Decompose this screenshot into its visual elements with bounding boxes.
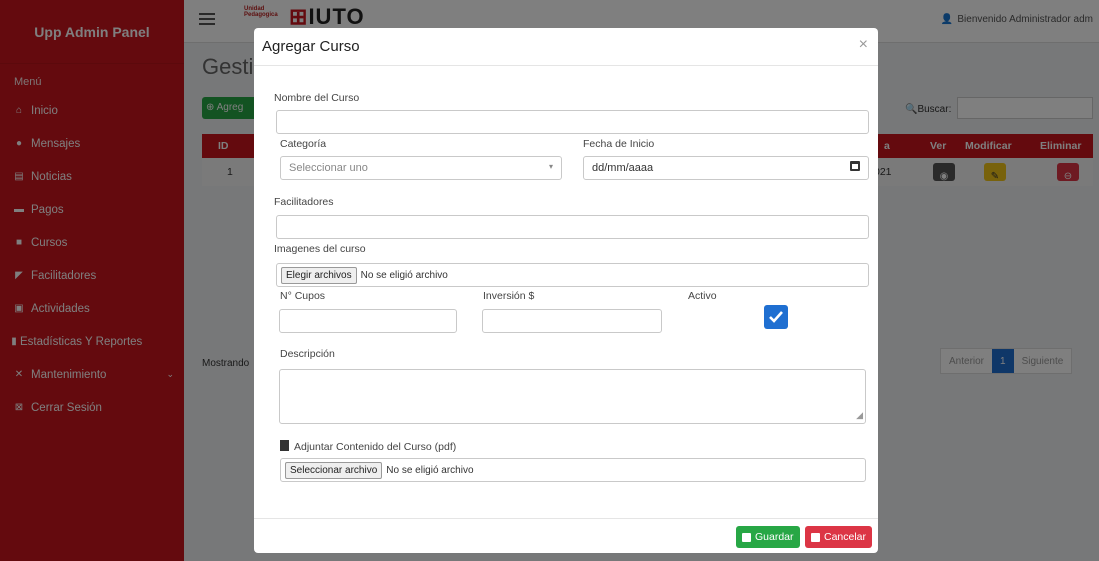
activo-label: Activo	[688, 290, 717, 302]
pdf-choose-button[interactable]: Seleccionar archivo	[285, 461, 383, 479]
descripcion-textarea[interactable]: ◢	[279, 369, 866, 424]
pdf-file-input[interactable]: Seleccionar archivo No se eligió archivo	[280, 458, 866, 482]
descripcion-label: Descripción	[280, 348, 335, 360]
close-box-icon	[811, 532, 820, 542]
add-course-modal: Agregar Curso × Nombre del Curso Categor…	[254, 28, 878, 553]
nombre-input[interactable]	[276, 110, 869, 134]
pdf-label: Adjuntar Contenido del Curso (pdf)	[280, 440, 456, 453]
inversion-input[interactable]	[482, 309, 662, 333]
save-label: Guardar	[755, 531, 794, 543]
categoria-label: Categoría	[280, 138, 327, 150]
cancel-button[interactable]: Cancelar	[805, 526, 873, 548]
nombre-label: Nombre del Curso	[274, 92, 360, 104]
checkmark-icon	[769, 311, 783, 323]
calendar-icon[interactable]	[850, 161, 860, 171]
fecha-placeholder: dd/mm/aaaa	[592, 162, 654, 174]
imagenes-choose-button[interactable]: Elegir archivos	[281, 266, 357, 284]
floppy-disk-icon	[742, 532, 751, 542]
pdf-file-icon	[280, 440, 289, 451]
save-button[interactable]: Guardar	[736, 526, 800, 548]
pdf-status: No se eligió archivo	[386, 464, 474, 476]
modal-footer: Guardar Cancelar	[254, 518, 878, 553]
modal-title: Agregar Curso	[262, 38, 360, 55]
categoria-select[interactable]: Seleccionar uno ▾	[280, 156, 562, 180]
close-icon[interactable]: ×	[859, 36, 868, 54]
modal-header: Agregar Curso ×	[254, 28, 878, 66]
facilitadores-label: Facilitadores	[274, 196, 334, 208]
chevron-down-icon: ▾	[548, 162, 553, 171]
pdf-label-text: Adjuntar Contenido del Curso (pdf)	[294, 441, 457, 453]
fecha-input[interactable]: dd/mm/aaaa	[583, 156, 869, 180]
cancel-label: Cancelar	[824, 531, 867, 543]
imagenes-label: Imagenes del curso	[274, 243, 366, 255]
categoria-placeholder: Seleccionar uno	[289, 162, 368, 174]
imagenes-status: No se eligió archivo	[360, 269, 448, 281]
cupos-label: N° Cupos	[280, 290, 326, 302]
facilitadores-input[interactable]	[276, 215, 869, 239]
fecha-label: Fecha de Inicio	[583, 138, 655, 150]
imagenes-file-input[interactable]: Elegir archivos No se eligió archivo	[276, 263, 869, 287]
resize-handle-icon[interactable]: ◢	[856, 410, 863, 421]
inversion-label: Inversión $	[483, 290, 535, 302]
activo-checkbox[interactable]	[764, 305, 788, 329]
cupos-input[interactable]	[279, 309, 457, 333]
